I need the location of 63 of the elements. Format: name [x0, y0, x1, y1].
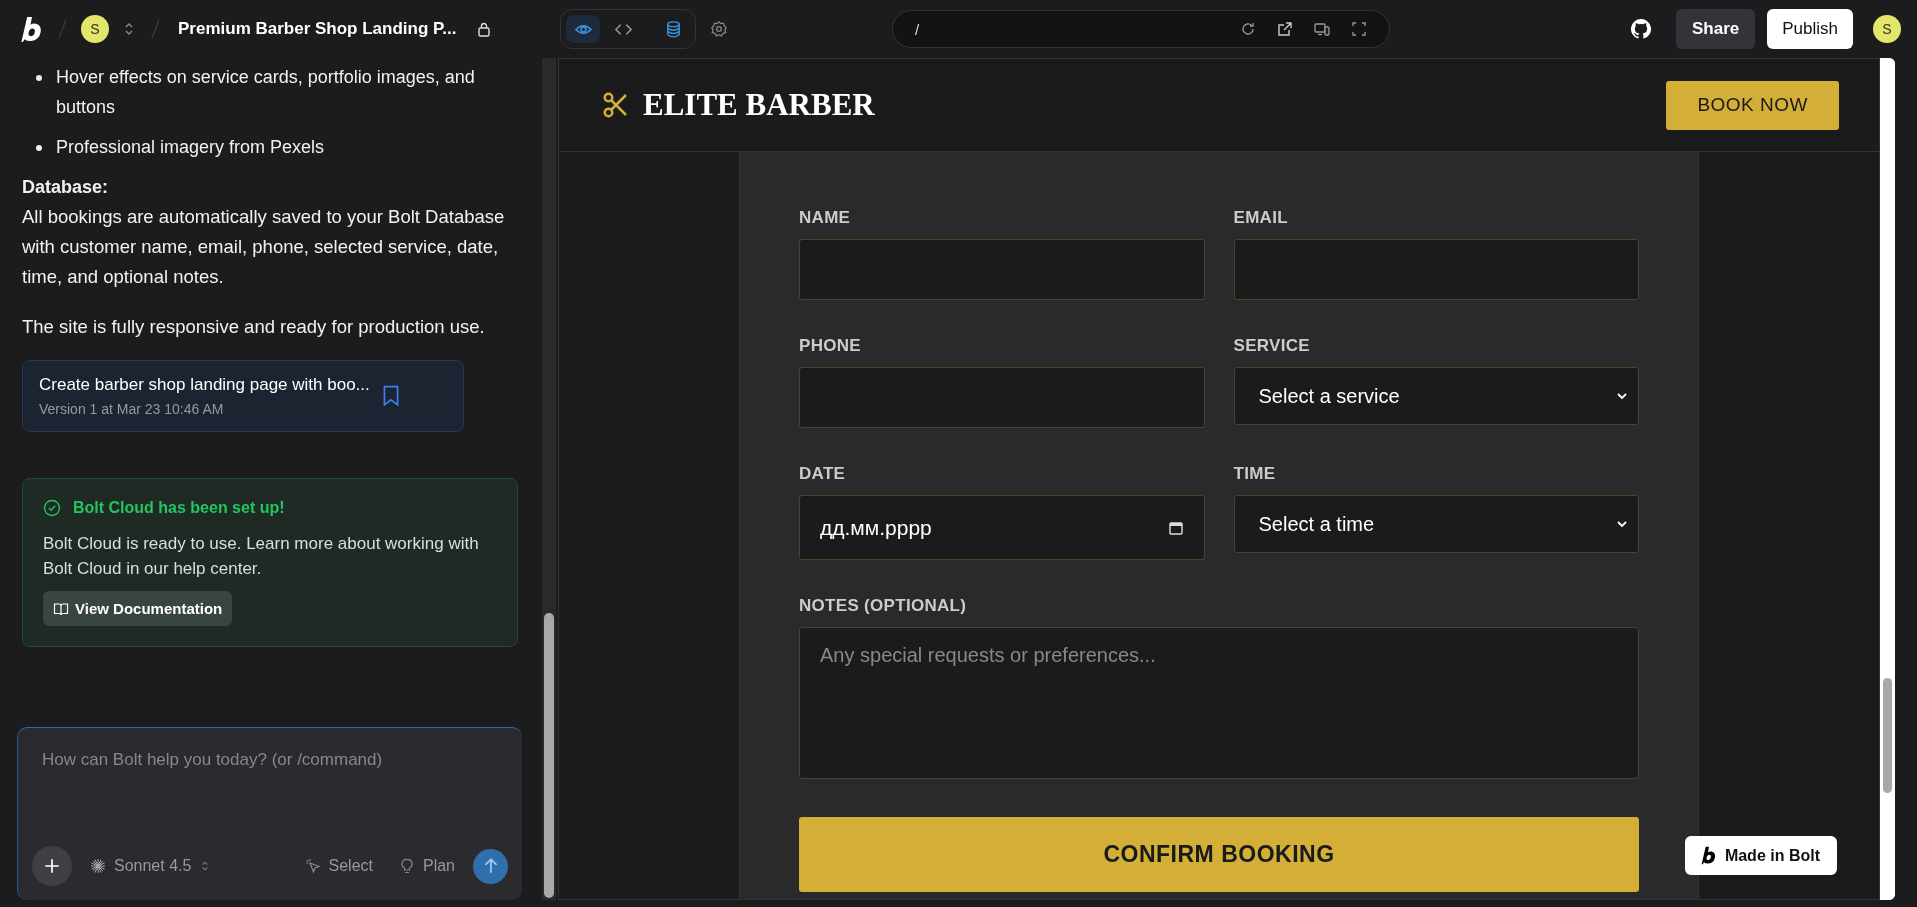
version-title: Create barber shop landing page with boo... — [39, 375, 370, 395]
select-button[interactable]: Select — [296, 857, 381, 875]
field-label: NOTES (OPTIONAL) — [799, 596, 968, 616]
cursor-icon — [304, 858, 321, 874]
add-button[interactable] — [32, 846, 72, 886]
project-avatar[interactable]: S — [81, 15, 109, 43]
plan-button[interactable]: Plan — [390, 857, 463, 875]
url-bar[interactable]: / — [892, 10, 1390, 48]
lock-icon[interactable] — [476, 21, 493, 37]
reload-icon[interactable] — [1240, 21, 1256, 37]
made-in-bolt-badge[interactable]: Made in Bolt — [1684, 836, 1837, 875]
dropdown[interactable]: Select a time — [1233, 495, 1639, 553]
calendar-icon — [1167, 519, 1184, 536]
input-field[interactable] — [799, 367, 1205, 428]
model-selector[interactable]: Sonnet 4.5 — [82, 857, 220, 875]
brand-name: ELITE BARBER — [643, 87, 875, 123]
message-text: All bookings are automatically saved to your Bolt Database with customer name, email, phone, selected service, date, time, and optional notes. — [22, 205, 506, 289]
message-text: The site is fully responsive and ready for production use. — [22, 315, 486, 339]
chevron-down-icon — [1616, 390, 1628, 402]
bullet-text: Professional imagery from Pexels — [56, 136, 325, 159]
notice-text: Bolt Cloud is ready to use. Learn more about working with Bolt Cloud in our help center. — [43, 533, 480, 580]
user-avatar[interactable]: S — [1873, 15, 1901, 43]
section-heading: Database: — [22, 176, 110, 199]
sparkle-icon — [90, 858, 106, 874]
field-label: PHONE — [799, 336, 862, 356]
chevron-down-icon — [1616, 518, 1628, 530]
date-field[interactable]: дд.мм.рррр — [799, 495, 1205, 560]
project-title: Premium Barber Shop Landing P... — [178, 19, 457, 39]
field-label: NAME — [799, 208, 852, 228]
field-label: SERVICE — [1233, 336, 1311, 356]
plus-icon — [43, 857, 61, 875]
confirm-booking-button[interactable]: CONFIRM BOOKING — [799, 817, 1639, 892]
scrollbar[interactable] — [1880, 58, 1895, 900]
check-circle-icon — [43, 499, 61, 517]
bookmark-icon[interactable] — [381, 385, 400, 407]
prompt-box[interactable]: How can Bolt help you today? (or /command) Sonnet 4.5 Select Plan — [17, 727, 522, 900]
scrollbar[interactable] — [542, 58, 556, 900]
dropdown[interactable]: Select a service — [1233, 367, 1639, 425]
devices-icon[interactable] — [1314, 21, 1330, 37]
lightbulb-icon — [398, 858, 415, 874]
github-icon[interactable] — [1630, 18, 1652, 40]
notes-field[interactable]: Any special requests or preferences... — [799, 627, 1639, 779]
bullet-text: Hover effects on service cards, portfolio images, and buttons — [56, 66, 476, 119]
preview-tab[interactable] — [566, 15, 600, 43]
field-label: TIME — [1233, 464, 1277, 484]
version-card[interactable]: Create barber shop landing page with boo... Version 1 at Mar 23 10:46 AM — [22, 360, 464, 432]
fullscreen-icon[interactable] — [1351, 21, 1367, 37]
bolt-logo — [1700, 846, 1717, 865]
input-field[interactable] — [1233, 239, 1639, 300]
input-field[interactable] — [799, 239, 1205, 300]
view-documentation-button[interactable]: View Documentation — [43, 591, 233, 626]
external-link-icon[interactable] — [1277, 21, 1293, 37]
publish-button[interactable]: Publish — [1767, 9, 1853, 49]
book-icon — [53, 600, 69, 617]
field-label: DATE — [799, 464, 847, 484]
settings-icon[interactable] — [710, 20, 728, 38]
notice-title: Bolt Cloud has been set up! — [73, 499, 285, 517]
field-label: EMAIL — [1233, 208, 1289, 228]
version-timestamp: Version 1 at Mar 23 10:46 AM — [39, 401, 225, 417]
bolt-logo[interactable] — [20, 15, 44, 43]
send-button[interactable] — [473, 848, 508, 884]
book-now-button[interactable]: BOOK NOW — [1666, 80, 1839, 130]
share-button[interactable]: Share — [1676, 9, 1756, 49]
